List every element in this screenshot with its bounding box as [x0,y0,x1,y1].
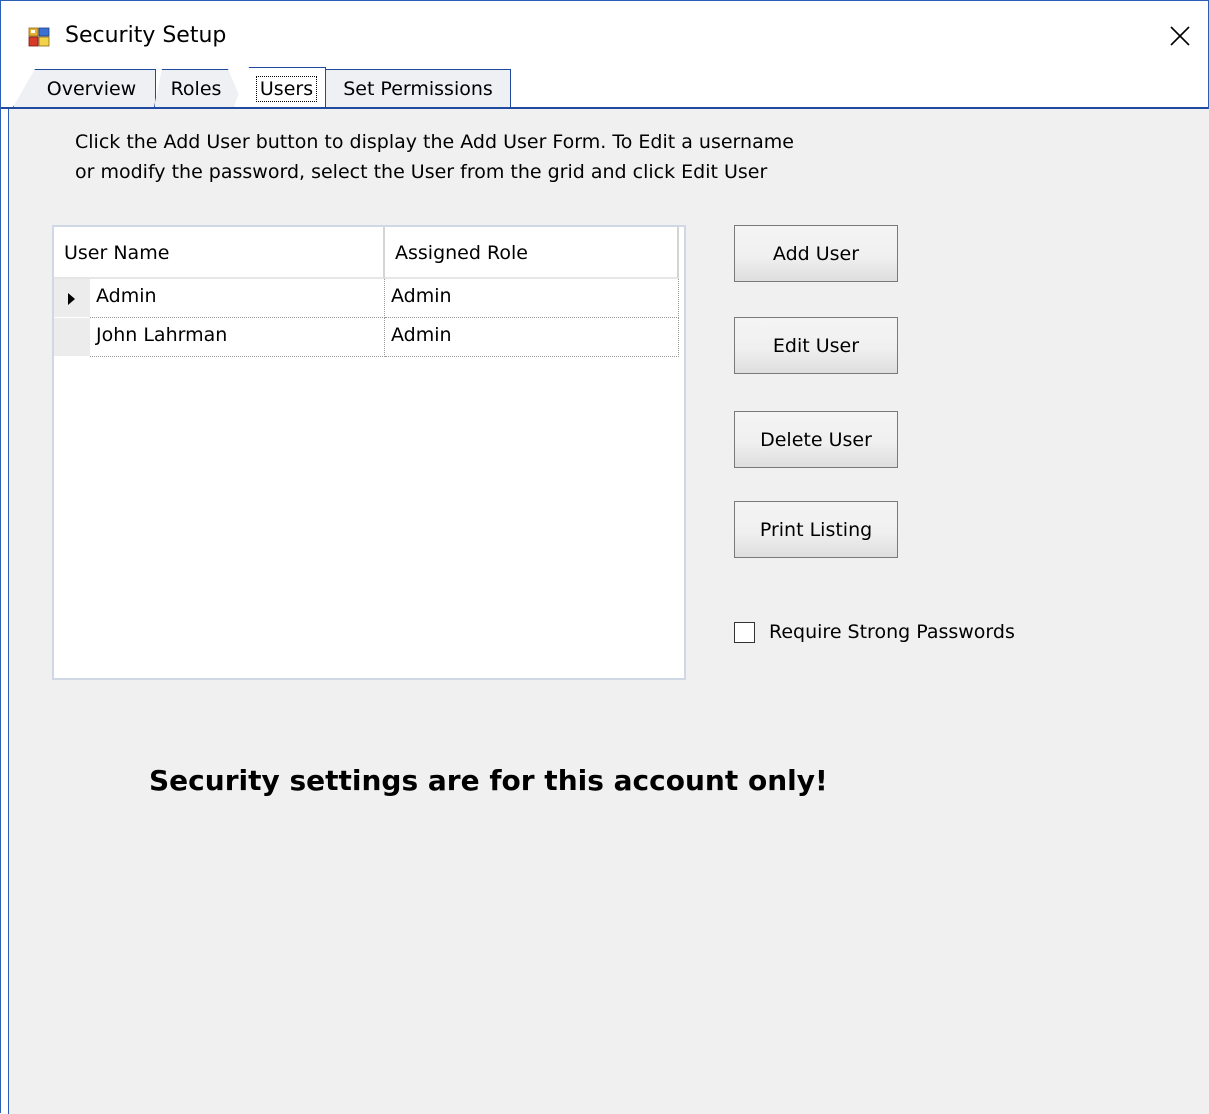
table-row[interactable]: John Lahrman Admin [54,318,679,357]
tab-label: Users [255,75,318,102]
table-row[interactable]: Admin Admin [54,279,679,318]
title-bar: Security Setup [1,1,1208,67]
app-icon [28,27,50,47]
row-header[interactable] [54,279,90,318]
account-warning-text: Security settings are for this account o… [149,764,828,797]
cell-assigned-role[interactable]: Admin [385,279,679,318]
tab-set-permissions[interactable]: Set Permissions [325,69,511,107]
tab-strip: Overview Roles Users Set Permissions [1,67,1208,109]
instructions-line-2: or modify the password, select the User … [75,161,768,183]
tab-roles[interactable]: Roles [154,69,244,107]
require-strong-passwords-checkbox[interactable] [734,621,755,643]
require-strong-passwords-label: Require Strong Passwords [769,621,1015,643]
row-header[interactable] [54,318,90,357]
add-user-button[interactable]: Add User [734,225,898,282]
tab-label: Set Permissions [343,77,493,100]
print-listing-button[interactable]: Print Listing [734,501,898,558]
column-header-user-name[interactable]: User Name [54,227,385,279]
column-header-assigned-role[interactable]: Assigned Role [385,227,679,279]
users-tab-panel: Click the Add User button to display the… [8,109,1209,1114]
grid-header: User Name Assigned Role [54,227,679,279]
tab-users[interactable]: Users [233,67,326,109]
users-grid[interactable]: User Name Assigned Role Admin Admin John… [52,225,686,680]
cell-user-name[interactable]: Admin [90,279,385,318]
edit-user-button[interactable]: Edit User [734,317,898,374]
window-title: Security Setup [65,23,227,48]
tab-label: Overview [46,77,137,100]
instructions-text: Click the Add User button to display the… [75,127,895,187]
delete-user-button[interactable]: Delete User [734,411,898,468]
cell-assigned-role[interactable]: Admin [385,318,679,357]
close-button[interactable] [1152,11,1208,61]
close-icon [1170,26,1190,46]
tab-label: Roles [170,77,222,100]
require-strong-passwords-option[interactable]: Require Strong Passwords [734,621,1015,643]
security-setup-window: Security Setup Overview Roles Users Set … [0,0,1209,1114]
current-row-indicator-icon [68,293,75,305]
instructions-line-1: Click the Add User button to display the… [75,131,794,153]
cell-user-name[interactable]: John Lahrman [90,318,385,357]
tab-overview[interactable]: Overview [13,69,156,107]
